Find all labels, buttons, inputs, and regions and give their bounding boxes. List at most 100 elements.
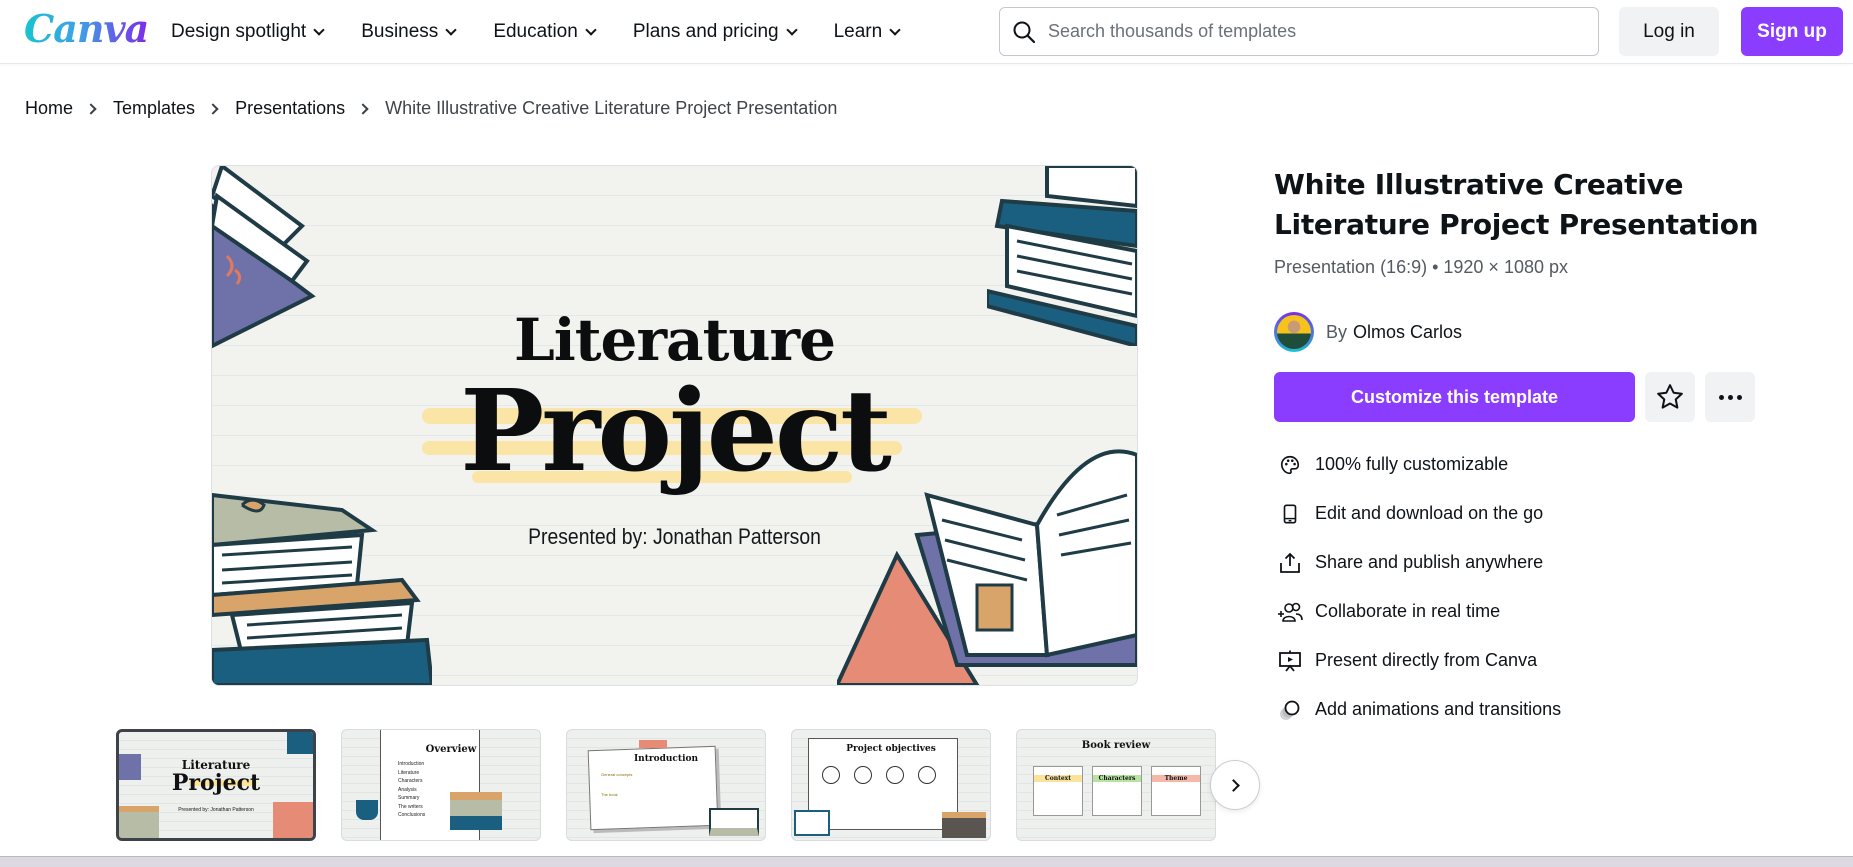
books-illustration bbox=[450, 792, 502, 830]
breadcrumb-current: White Illustrative Creative Literature P… bbox=[385, 98, 838, 118]
slide-subtitle: Presented by: Jonathan Patterson bbox=[528, 524, 821, 549]
nav-plans-pricing[interactable]: Plans and pricing bbox=[632, 21, 798, 43]
chevron-down-icon bbox=[889, 23, 901, 36]
login-button[interactable]: Log in bbox=[1619, 7, 1719, 56]
thumbnail-page-4[interactable]: Project objectives bbox=[791, 729, 991, 841]
objective-icons bbox=[822, 766, 936, 784]
feature-item: Collaborate in real time bbox=[1277, 587, 1561, 636]
feature-label: Collaborate in real time bbox=[1315, 601, 1501, 621]
search-icon bbox=[1013, 21, 1036, 43]
feature-item: 100% fully customizable bbox=[1277, 440, 1561, 489]
favorite-button[interactable] bbox=[1645, 372, 1695, 422]
feature-list: 100% fully customizable Edit and downloa… bbox=[1277, 440, 1561, 734]
review-card: Characters bbox=[1092, 766, 1142, 816]
list-item: The writers bbox=[398, 803, 423, 810]
next-thumbnails-button[interactable] bbox=[1210, 760, 1260, 810]
avatar-image bbox=[1277, 315, 1311, 349]
breadcrumb-presentations[interactable]: Presentations bbox=[235, 98, 345, 119]
slide-title-line1: Literature bbox=[513, 306, 836, 374]
nav-label: Design spotlight bbox=[171, 21, 307, 42]
nav-business[interactable]: Business bbox=[361, 21, 457, 43]
collaborate-icon bbox=[1277, 599, 1303, 625]
list-item: Analysis bbox=[398, 786, 417, 793]
thumbnail-title: Book review bbox=[1081, 740, 1151, 751]
breadcrumb-templates[interactable]: Templates bbox=[113, 98, 195, 119]
dot bbox=[1736, 394, 1742, 400]
review-card: Theme bbox=[1151, 766, 1201, 816]
main-nav: Design spotlight Business Education Plan… bbox=[171, 0, 937, 64]
feature-item: Share and publish anywhere bbox=[1277, 538, 1561, 587]
thumbnail-section: The book bbox=[601, 792, 618, 797]
list-item: Conclusions bbox=[398, 812, 426, 818]
breadcrumb: Home Templates Presentations White Illus… bbox=[25, 98, 837, 119]
feature-label: 100% fully customizable bbox=[1315, 454, 1509, 474]
cup-illustration bbox=[356, 800, 378, 820]
thumbnail-page-2[interactable]: Overview Introduction Literature Charact… bbox=[341, 729, 541, 841]
palette-icon bbox=[1277, 452, 1303, 478]
slide-title-line2: Project bbox=[460, 366, 892, 497]
thumbnail-section: General concepts bbox=[601, 772, 633, 777]
nav-learn[interactable]: Learn bbox=[833, 21, 901, 43]
search-input[interactable] bbox=[1048, 21, 1568, 42]
dot bbox=[1718, 394, 1724, 400]
card-label: Theme bbox=[1152, 775, 1200, 782]
template-meta: Presentation (16:9) • 1920 × 1080 px bbox=[1274, 257, 1569, 277]
pencil-icon bbox=[886, 766, 904, 784]
author-name-link[interactable]: Olmos Carlos bbox=[1353, 322, 1462, 343]
thumbnail-page-5[interactable]: Book review Context Characters Theme bbox=[1016, 729, 1216, 841]
book-illustration bbox=[287, 732, 313, 754]
share-icon bbox=[1277, 550, 1303, 576]
notebook-icon bbox=[918, 766, 936, 784]
list-item: Literature bbox=[398, 769, 420, 776]
nav-label: Education bbox=[493, 21, 578, 42]
canva-logo[interactable]: Canva bbox=[24, 6, 149, 51]
os-taskbar bbox=[0, 856, 1853, 867]
by-label: By bbox=[1326, 321, 1348, 342]
signup-button[interactable]: Sign up bbox=[1741, 7, 1843, 56]
book-illustration bbox=[709, 808, 759, 836]
open-book-illustration bbox=[794, 810, 830, 836]
customize-template-button[interactable]: Customize this template bbox=[1274, 372, 1635, 422]
feature-label: Edit and download on the go bbox=[1315, 503, 1544, 523]
feature-item: Present directly from Canva bbox=[1277, 636, 1561, 685]
chevron-down-icon bbox=[313, 23, 325, 36]
book-icon bbox=[854, 766, 872, 784]
books-illustration-bottom-left bbox=[212, 492, 432, 685]
books-illustration bbox=[942, 812, 986, 838]
thumbnail-subtitle: Presented by: Jonathan Patterson bbox=[178, 807, 254, 813]
feature-item: Edit and download on the go bbox=[1277, 489, 1561, 538]
avatar[interactable] bbox=[1274, 312, 1314, 352]
template-preview[interactable]: Literature Project Presented by: Jonatha… bbox=[211, 165, 1138, 686]
animation-icon bbox=[1277, 697, 1303, 723]
feature-label: Share and publish anywhere bbox=[1315, 552, 1544, 572]
nav-label: Plans and pricing bbox=[632, 21, 779, 42]
card-label: Context bbox=[1034, 775, 1082, 782]
more-options-button[interactable] bbox=[1705, 372, 1755, 422]
thumbnail-title: Overview bbox=[425, 744, 477, 755]
chevron-right-icon bbox=[207, 102, 219, 115]
chevron-right-icon bbox=[1226, 778, 1240, 792]
thumbnail-page-1[interactable]: Literature Project Presented by: Jonatha… bbox=[116, 729, 316, 841]
nav-education[interactable]: Education bbox=[493, 21, 597, 43]
present-icon bbox=[1277, 648, 1303, 674]
chevron-down-icon bbox=[785, 23, 798, 36]
feature-label: Add animations and transitions bbox=[1315, 699, 1562, 719]
review-card: Context bbox=[1033, 766, 1083, 816]
thumbnail-page-3[interactable]: Introduction General concepts The book bbox=[566, 729, 766, 841]
chevron-right-icon bbox=[85, 102, 97, 115]
breadcrumb-home[interactable]: Home bbox=[25, 98, 73, 119]
chevron-right-icon bbox=[357, 102, 369, 115]
search-box[interactable] bbox=[999, 7, 1599, 56]
nav-design-spotlight[interactable]: Design spotlight bbox=[171, 21, 325, 43]
nav-label: Learn bbox=[833, 21, 883, 42]
nav-label: Business bbox=[361, 21, 439, 42]
thumbnail-title: Introduction bbox=[633, 754, 699, 764]
feature-label: Present directly from Canva bbox=[1315, 650, 1538, 670]
feature-item: Add animations and transitions bbox=[1277, 685, 1561, 734]
top-navigation-bar: Canva Design spotlight Business Educatio… bbox=[0, 0, 1853, 64]
author-row: By Olmos Carlos bbox=[1274, 312, 1462, 352]
thumbnail-list: Introduction Literature Characters Analy… bbox=[398, 760, 425, 820]
page-thumbnails: Literature Project Presented by: Jonatha… bbox=[116, 729, 1216, 841]
list-item: Summary bbox=[398, 795, 420, 801]
thumbnail-title: Project objectives bbox=[846, 744, 936, 754]
